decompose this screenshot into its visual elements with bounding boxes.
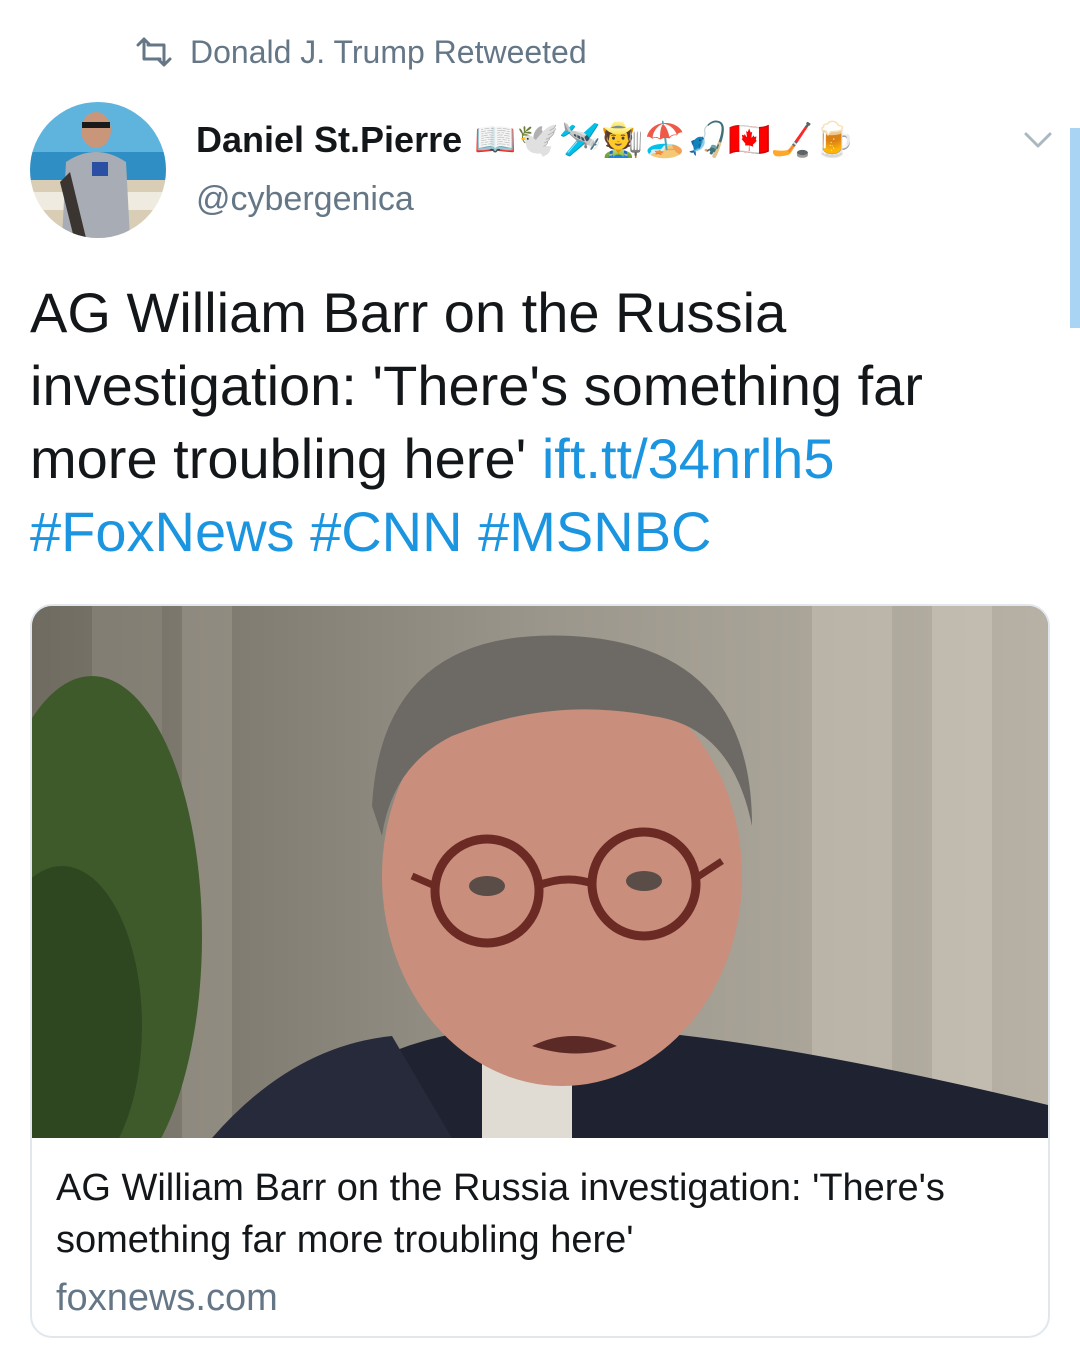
card-meta: AG William Barr on the Russia investigat… xyxy=(56,1162,1016,1324)
author-name: Daniel St.Pierre xyxy=(196,119,463,160)
beach-icon: 🏖️ xyxy=(643,121,686,159)
tweet-screen: Donald J. Trump Retweeted Daniel St.Pier… xyxy=(0,0,1080,1350)
dove-icon: 🕊️ xyxy=(516,121,559,159)
tweet-link[interactable]: ift.tt/34nrlh5 xyxy=(542,427,835,490)
author-handle[interactable]: @cybergenica xyxy=(196,180,414,219)
link-card[interactable]: AG William Barr on the Russia investigat… xyxy=(30,604,1050,1338)
tweet-body: AG William Barr on the Russia investigat… xyxy=(30,276,1030,568)
fishing-icon: 🎣 xyxy=(685,121,729,159)
card-domain: foxnews.com xyxy=(56,1277,278,1319)
retweet-context[interactable]: Donald J. Trump Retweeted xyxy=(134,30,587,74)
card-image xyxy=(32,606,1048,1138)
retweet-label: Donald J. Trump Retweeted xyxy=(190,33,587,70)
tweet-hashtags[interactable]: #FoxNews #CNN #MSNBC xyxy=(30,500,712,563)
card-photo xyxy=(32,606,1048,1138)
farmer-icon: 🧑‍🌾 xyxy=(601,121,644,159)
airplane-icon: 🛩️ xyxy=(558,121,602,159)
avatar-photo xyxy=(30,102,166,238)
beer-icon: 🍺 xyxy=(812,121,856,159)
avatar[interactable] xyxy=(30,102,166,238)
chevron-down-icon[interactable] xyxy=(1018,124,1058,154)
retweet-icon xyxy=(136,37,172,67)
canada-flag-icon: 🇨🇦 xyxy=(728,121,771,159)
author-row[interactable]: Daniel St.Pierre 📖 🕊️ 🛩️ 🧑‍🌾 🏖️ 🎣 🇨🇦 🏒 🍺 xyxy=(196,112,855,168)
book-icon: 📖 xyxy=(474,121,517,159)
scroll-indicator[interactable] xyxy=(1070,128,1080,328)
author-emoji-list: 📖 🕊️ 🛩️ 🧑‍🌾 🏖️ 🎣 🇨🇦 🏒 🍺 xyxy=(474,120,855,160)
card-title: AG William Barr on the Russia investigat… xyxy=(56,1167,945,1261)
hockey-icon: 🏒 xyxy=(770,121,813,159)
